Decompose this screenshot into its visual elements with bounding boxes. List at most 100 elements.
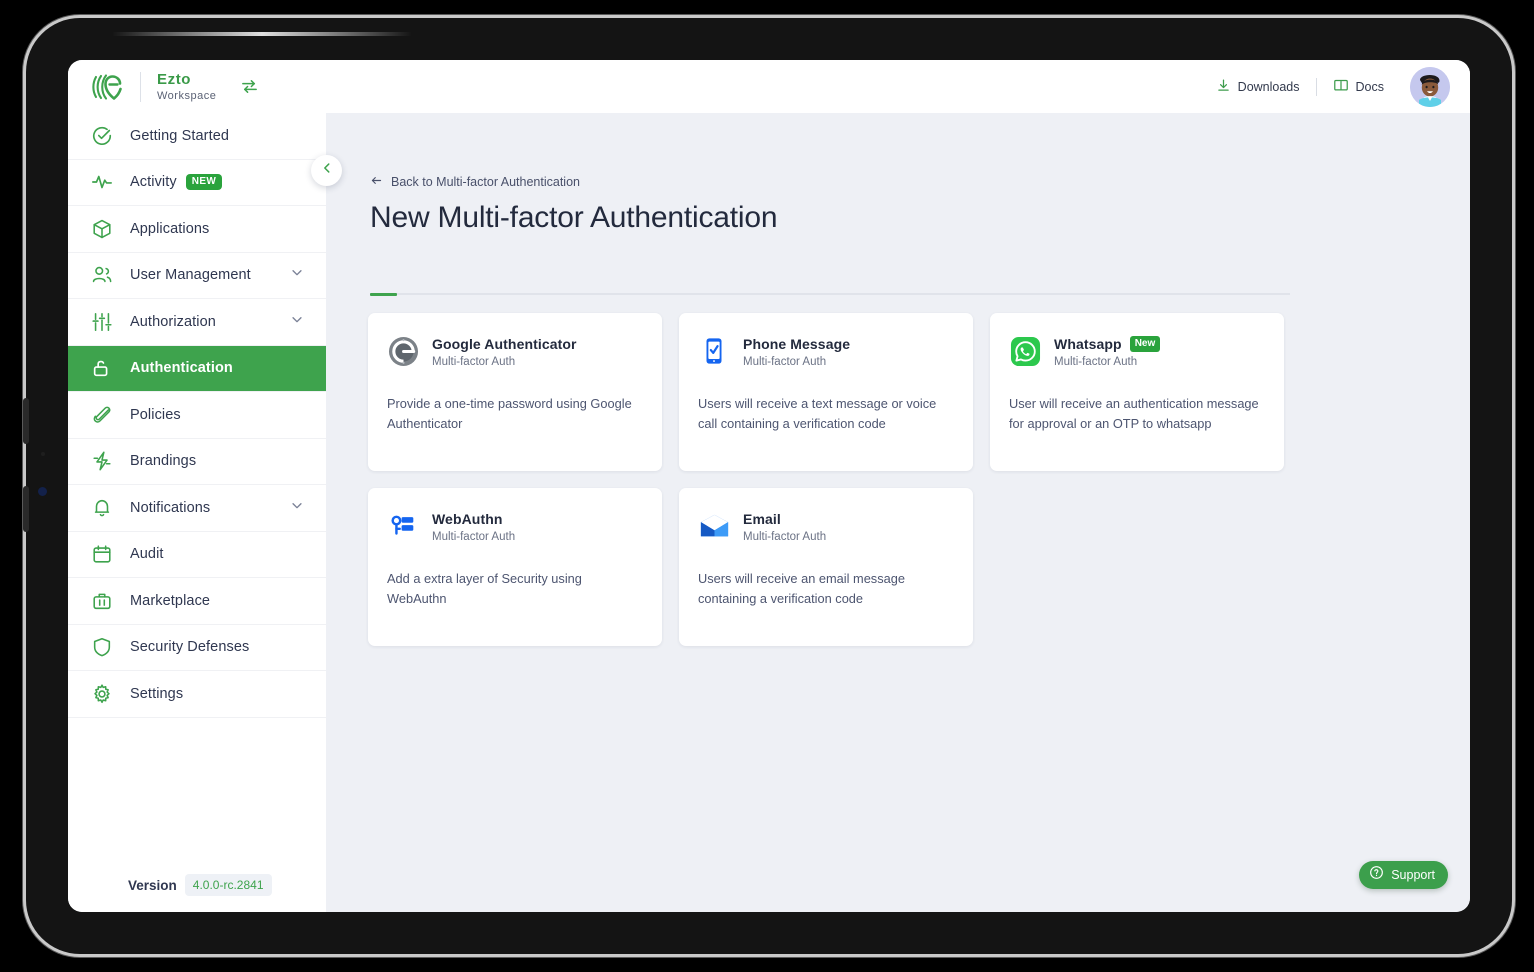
docs-label: Docs <box>1355 79 1384 94</box>
back-to-mfa-link[interactable]: Back to Multi-factor Authentication <box>370 174 580 190</box>
back-link-label: Back to Multi-factor Authentication <box>391 175 580 189</box>
card-subtitle: Multi-factor Auth <box>432 356 516 368</box>
card-header: Email Multi-factor Auth <box>698 510 954 543</box>
activity-pulse-icon <box>90 170 114 194</box>
download-icon <box>1216 78 1231 96</box>
lightning-icon <box>90 449 114 473</box>
switch-workspace-icon[interactable] <box>238 76 260 98</box>
device-volume-up-button <box>23 398 29 444</box>
app-topbar: Ezto Workspace Downloads Docs <box>68 60 1470 113</box>
brand-area: Ezto Workspace <box>68 70 260 104</box>
sidebar-item-label: Brandings <box>130 453 197 470</box>
chevron-down-icon[interactable] <box>290 266 304 285</box>
device-volume-down-button <box>23 486 29 532</box>
card-subtitle: Multi-factor Auth <box>432 531 516 543</box>
webauthn-key-icon <box>387 510 419 542</box>
card-title: WebAuthn <box>432 511 503 527</box>
sidebar-item-label: Activity <box>130 174 177 191</box>
topbar-divider <box>1315 77 1317 96</box>
mfa-method-cards-grid: Google Authenticator Multi-factor Auth P… <box>368 313 1426 646</box>
briefcase-icon <box>90 589 114 613</box>
mfa-card-whatsapp[interactable]: Whatsapp New Multi-factor Auth User will… <box>990 313 1284 471</box>
downloads-label: Downloads <box>1237 79 1300 94</box>
sidebar-item-label: User Management <box>130 267 251 284</box>
card-description: User will receive an authentication mess… <box>1009 396 1259 431</box>
card-subtitle: Multi-factor Auth <box>1054 356 1138 368</box>
device-microphone <box>41 452 45 456</box>
sidebar-item-brandings[interactable]: Brandings <box>68 439 326 485</box>
tablet-device-frame: Ezto Workspace Downloads Docs Getting St… <box>23 18 1512 954</box>
envelope-icon <box>698 510 730 542</box>
sidebar-item-settings[interactable]: Settings <box>68 671 326 718</box>
sidebar-item-label: Notifications <box>130 499 211 516</box>
card-title-row: Whatsapp New <box>1054 336 1161 352</box>
card-header-text: Google Authenticator Multi-factor Auth <box>432 335 577 368</box>
sidebar-item-authentication[interactable]: Authentication <box>68 345 326 392</box>
box-icon <box>90 217 114 241</box>
phone-check-icon <box>698 335 730 367</box>
sidebar-item-activity[interactable]: Activity NEW <box>68 160 326 206</box>
card-description: Provide a one-time password using Google… <box>387 396 632 431</box>
sidebar-item-policies[interactable]: Policies <box>68 392 326 439</box>
card-title: Whatsapp <box>1054 336 1122 352</box>
mfa-card-webauthn[interactable]: WebAuthn Multi-factor Auth Add a extra l… <box>368 488 662 646</box>
card-description: Users will receive an email message cont… <box>698 571 905 606</box>
card-header-text: Phone Message Multi-factor Auth <box>743 335 850 368</box>
card-title-row: WebAuthn <box>432 511 515 527</box>
sidebar-item-notifications[interactable]: Notifications <box>68 485 326 532</box>
mfa-card-email[interactable]: Email Multi-factor Auth Users will recei… <box>679 488 973 646</box>
shield-icon <box>90 635 114 659</box>
card-description: Users will receive a text message or voi… <box>698 396 937 431</box>
card-title-row: Google Authenticator <box>432 336 577 352</box>
sidebar-item-label: Settings <box>130 685 184 702</box>
card-description: Add a extra layer of Security using WebA… <box>387 571 582 606</box>
page-title: New Multi-factor Authentication <box>370 201 778 234</box>
sidebar-item-label: Authorization <box>130 313 216 330</box>
title-divider-accent <box>370 293 397 296</box>
card-new-badge: New <box>1129 336 1161 352</box>
sidebar-collapse-button[interactable] <box>311 155 342 186</box>
docs-button[interactable]: Docs <box>1323 77 1394 96</box>
card-title: Google Authenticator <box>432 336 577 352</box>
gear-icon <box>90 682 114 706</box>
version-value: 4.0.0-rc.2841 <box>184 874 272 896</box>
mfa-card-phone-message[interactable]: Phone Message Multi-factor Auth Users wi… <box>679 313 973 471</box>
sidebar-item-marketplace[interactable]: Marketplace <box>68 578 326 625</box>
sidebar-item-label: Getting Started <box>130 127 230 144</box>
sidebar-item-getting-started[interactable]: Getting Started <box>68 113 326 160</box>
sidebar-item-user-management[interactable]: User Management <box>68 253 326 299</box>
sidebar-item-security-defenses[interactable]: Security Defenses <box>68 625 326 671</box>
question-circle-icon <box>1369 865 1384 885</box>
chevron-down-icon[interactable] <box>290 312 304 331</box>
card-header: Google Authenticator Multi-factor Auth <box>387 335 643 368</box>
support-button[interactable]: Support <box>1359 861 1448 889</box>
book-icon <box>1333 77 1349 96</box>
sidebar-item-authorization[interactable]: Authorization <box>68 299 326 346</box>
calendar-icon <box>90 542 114 566</box>
card-title: Email <box>743 511 781 527</box>
avatar[interactable] <box>1410 66 1450 107</box>
card-subtitle: Multi-factor Auth <box>743 356 827 368</box>
mfa-card-google-authenticator[interactable]: Google Authenticator Multi-factor Auth P… <box>368 313 662 471</box>
sidebar-item-label: Policies <box>130 406 181 423</box>
version-label: Version <box>128 877 177 893</box>
card-header-text: Email Multi-factor Auth <box>743 510 826 543</box>
card-header: WebAuthn Multi-factor Auth <box>387 510 643 543</box>
device-sensor <box>38 487 47 496</box>
arrow-left-icon <box>370 174 383 190</box>
brand-divider <box>140 71 141 102</box>
sidebar-item-audit[interactable]: Audit <box>68 532 326 578</box>
sidebar-item-label: Marketplace <box>130 592 211 609</box>
sidebar-item-label: Audit <box>130 546 164 563</box>
card-title-row: Email <box>743 511 826 527</box>
sidebar-item-applications[interactable]: Applications <box>68 206 326 253</box>
version-row: Version 4.0.0-rc.2841 <box>68 858 326 912</box>
brand-subtitle: Workspace <box>157 90 217 102</box>
chevron-down-icon[interactable] <box>290 498 304 517</box>
title-divider <box>370 293 1290 295</box>
card-header: Whatsapp New Multi-factor Auth <box>1009 335 1265 368</box>
downloads-button[interactable]: Downloads <box>1206 78 1310 96</box>
sliders-icon <box>90 310 114 334</box>
app-screen: Ezto Workspace Downloads Docs Getting St… <box>68 60 1470 912</box>
card-header-text: WebAuthn Multi-factor Auth <box>432 510 515 543</box>
